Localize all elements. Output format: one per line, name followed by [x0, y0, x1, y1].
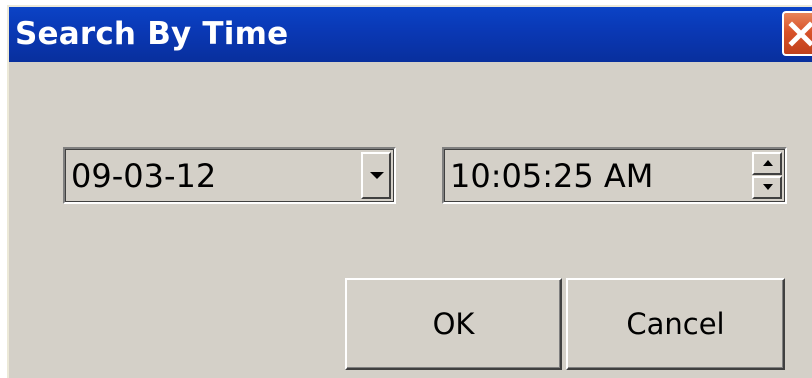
time-value[interactable]: 10:05:25 AM	[450, 156, 653, 196]
time-picker[interactable]: 10:05:25 AM	[442, 147, 787, 204]
cancel-button[interactable]: Cancel	[566, 278, 785, 370]
spin-up-icon	[763, 160, 773, 166]
title-bar[interactable]: Search By Time	[9, 7, 812, 62]
chevron-down-icon	[370, 172, 384, 179]
close-button[interactable]	[782, 11, 812, 56]
time-spinner	[752, 152, 782, 199]
date-picker[interactable]: 09-03-12	[63, 147, 396, 204]
time-increment-button[interactable]	[752, 152, 782, 175]
spin-down-icon	[763, 184, 773, 190]
ok-button[interactable]: OK	[345, 278, 562, 370]
close-icon	[788, 21, 812, 47]
time-decrement-button[interactable]	[752, 176, 782, 199]
search-by-time-dialog: Search By Time 09-03-12 10:05:25 AM OK C…	[7, 5, 812, 378]
dialog-title: Search By Time	[15, 16, 289, 52]
date-value[interactable]: 09-03-12	[71, 156, 216, 196]
date-dropdown-button[interactable]	[361, 152, 391, 199]
